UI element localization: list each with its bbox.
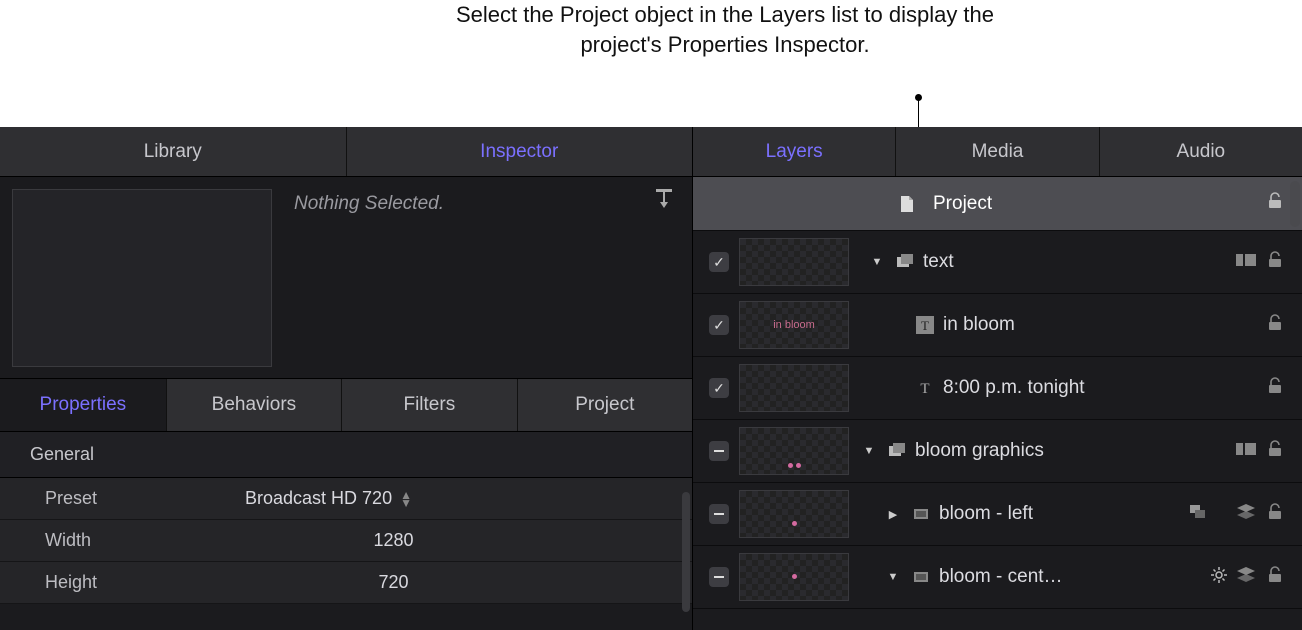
inspector-preview-area: Nothing Selected. — [0, 177, 692, 379]
app-window: Library Inspector Nothing Selected. Prop… — [0, 127, 1302, 630]
layers-scrollbar[interactable] — [1290, 181, 1300, 227]
subtab-properties[interactable]: Properties — [0, 379, 167, 431]
layer-name: text — [923, 251, 1236, 273]
visibility-checkbox[interactable] — [709, 315, 729, 335]
text-outline-icon: T — [913, 379, 937, 397]
height-label: Height — [45, 572, 245, 593]
disclosure-triangle-icon[interactable] — [883, 571, 903, 583]
layer-thumbnail — [739, 364, 849, 412]
layer-name: bloom graphics — [915, 440, 1236, 462]
layer-icon — [909, 568, 933, 586]
visibility-checkbox[interactable] — [709, 504, 729, 524]
gear-icon[interactable] — [1210, 566, 1228, 589]
lock-icon[interactable] — [1266, 251, 1284, 274]
height-value[interactable]: 720 — [245, 572, 692, 593]
lock-icon[interactable] — [1266, 314, 1284, 337]
layer-name: 8:00 p.m. tonight — [943, 377, 1266, 399]
layer-row-group-bloom-graphics[interactable]: bloom graphics — [693, 420, 1302, 483]
group-icon — [885, 442, 909, 460]
layer-row-bloom-center[interactable]: bloom - cent… — [693, 546, 1302, 609]
left-tab-bar: Library Inspector — [0, 127, 692, 177]
layer-thumbnail — [739, 490, 849, 538]
property-row-preset: Preset Broadcast HD 720 ▲▼ — [0, 478, 692, 520]
layer-row-bloom-left[interactable]: bloom - left — [693, 483, 1302, 546]
layer-thumbnail — [739, 553, 849, 601]
property-row-width: Width 1280 — [0, 520, 692, 562]
layer-row-text-8pm[interactable]: T 8:00 p.m. tonight — [693, 357, 1302, 420]
layer-thumbnail — [739, 238, 849, 286]
lock-icon[interactable] — [1266, 377, 1284, 400]
preview-thumbnail — [12, 189, 272, 367]
stacks-icon[interactable] — [1236, 503, 1256, 526]
callout-annotation: Select the Project object in the Layers … — [455, 0, 995, 59]
layer-thumbnail — [739, 427, 849, 475]
preset-value-text: Broadcast HD 720 — [245, 488, 392, 509]
layer-name: in bloom — [943, 314, 1266, 336]
group-icon — [893, 253, 917, 271]
lock-icon[interactable] — [1266, 566, 1284, 589]
isolate-icon[interactable] — [1236, 440, 1256, 463]
tab-media[interactable]: Media — [896, 127, 1099, 176]
stacks-icon[interactable] — [1236, 566, 1256, 589]
subtab-project[interactable]: Project — [518, 379, 692, 431]
layer-icon — [909, 505, 933, 523]
width-value[interactable]: 1280 — [245, 530, 692, 551]
inspector-sub-tabs: Properties Behaviors Filters Project — [0, 379, 692, 432]
disclosure-triangle-icon[interactable] — [883, 508, 903, 521]
tab-library[interactable]: Library — [0, 127, 347, 176]
visibility-checkbox[interactable] — [709, 378, 729, 398]
layer-name-project: Project — [933, 193, 1266, 215]
tab-layers[interactable]: Layers — [693, 127, 896, 176]
subtab-behaviors[interactable]: Behaviors — [167, 379, 342, 431]
width-label: Width — [45, 530, 245, 551]
svg-text:T: T — [921, 318, 929, 333]
dropdown-stepper-icon: ▲▼ — [400, 491, 412, 507]
lock-icon[interactable] — [1266, 440, 1284, 463]
subtab-filters[interactable]: Filters — [342, 379, 517, 431]
layer-name: bloom - left — [939, 503, 1188, 525]
layer-row-group-text[interactable]: text — [693, 231, 1302, 294]
svg-text:T: T — [920, 381, 929, 397]
property-row-height: Height 720 — [0, 562, 692, 604]
visibility-checkbox[interactable] — [709, 252, 729, 272]
text-icon: T — [913, 316, 937, 334]
preset-dropdown[interactable]: Broadcast HD 720 ▲▼ — [245, 488, 692, 509]
layer-row-text-in-bloom[interactable]: in bloom T in bloom — [693, 294, 1302, 357]
selection-status-label: Nothing Selected. — [284, 177, 692, 378]
visibility-checkbox[interactable] — [709, 441, 729, 461]
disclosure-triangle-icon[interactable] — [867, 256, 887, 268]
layer-name: bloom - cent… — [939, 566, 1202, 588]
tab-audio[interactable]: Audio — [1100, 127, 1302, 176]
inspector-panel: Library Inspector Nothing Selected. Prop… — [0, 127, 693, 630]
isolate-icon[interactable] — [1236, 251, 1256, 274]
properties-body: General Preset Broadcast HD 720 ▲▼ Width… — [0, 432, 692, 630]
right-tab-bar: Layers Media Audio — [693, 127, 1302, 177]
layer-thumbnail: in bloom — [739, 301, 849, 349]
visibility-checkbox[interactable] — [709, 567, 729, 587]
tab-inspector[interactable]: Inspector — [347, 127, 693, 176]
layer-row-project[interactable]: Project — [693, 177, 1302, 231]
section-header-general: General — [0, 432, 692, 478]
layers-panel: Layers Media Audio Project — [693, 127, 1302, 630]
layers-list: Project text — [693, 177, 1302, 630]
clone-icon[interactable] — [1188, 503, 1208, 526]
disclosure-triangle-icon[interactable] — [859, 445, 879, 457]
pin-icon[interactable] — [656, 189, 672, 217]
lock-icon[interactable] — [1266, 192, 1284, 215]
project-icon — [895, 195, 919, 213]
preset-label: Preset — [45, 488, 245, 509]
lock-icon[interactable] — [1266, 503, 1284, 526]
properties-scrollbar[interactable] — [682, 492, 690, 612]
